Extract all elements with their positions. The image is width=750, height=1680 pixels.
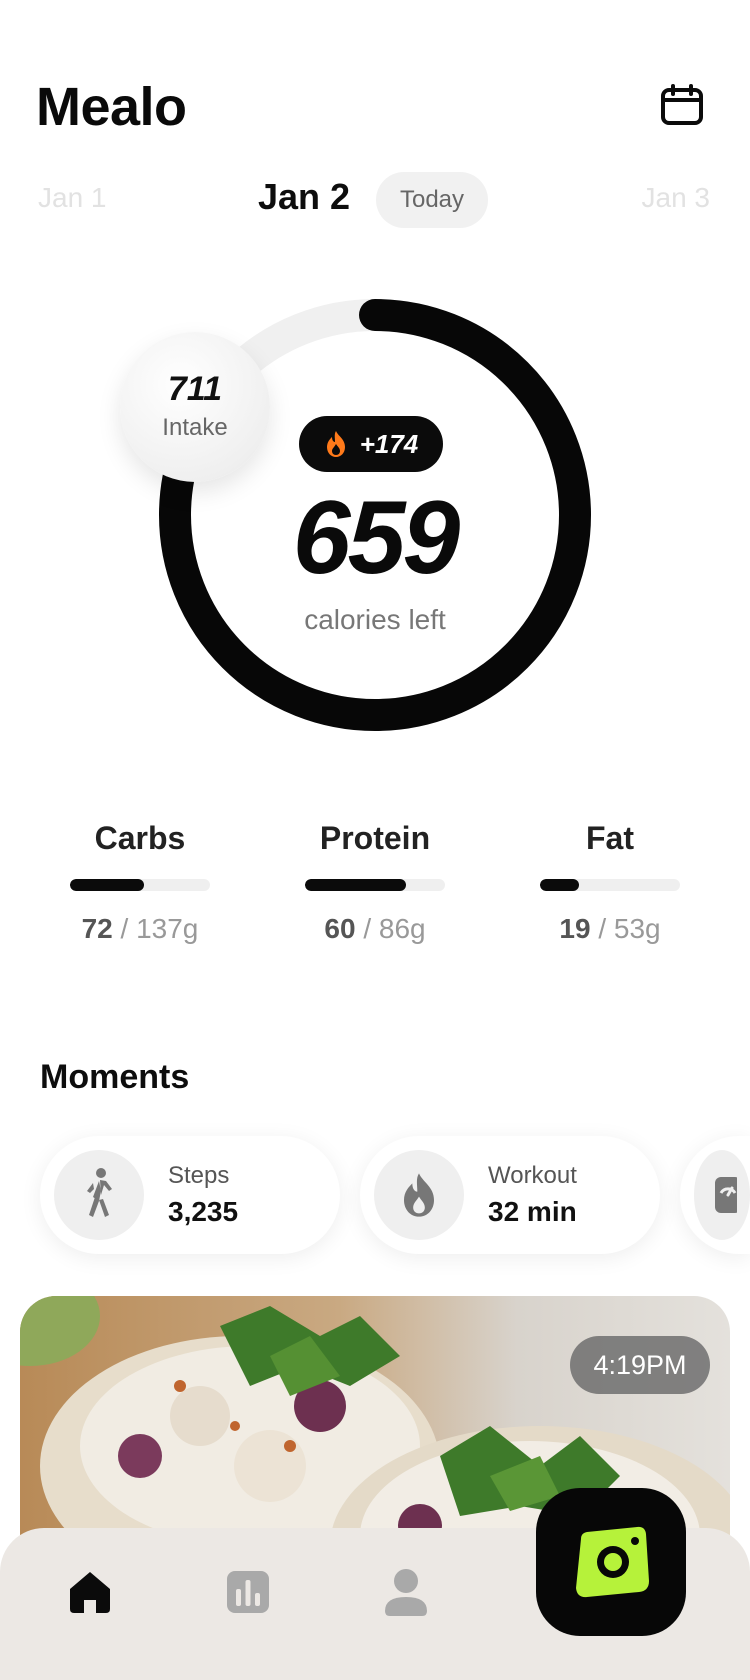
macro-name: Carbs <box>94 820 186 856</box>
burned-value: +174 <box>359 428 419 459</box>
moments-title: Moments <box>40 1058 190 1096</box>
date-selector: Jan 1 Jan 2 Today Jan 3 <box>0 172 750 228</box>
moment-label: Steps <box>168 1162 230 1189</box>
calendar-button[interactable] <box>658 82 706 128</box>
moment-card-workout[interactable]: Workout 32 min <box>360 1136 660 1254</box>
date-current: Jan 2 <box>258 176 351 217</box>
person-icon <box>385 1569 427 1616</box>
walking-person-icon <box>87 1168 112 1217</box>
macro-consumed: 60 <box>324 913 356 944</box>
today-button[interactable]: Today <box>376 172 488 228</box>
macro-values: 19 / 53g <box>510 913 710 945</box>
tab-home[interactable] <box>60 1562 120 1622</box>
macro-progress-bar <box>540 879 680 891</box>
macro-progress-fill <box>305 879 406 891</box>
macro-carbs[interactable]: Carbs 72 / 137g <box>40 820 240 945</box>
macro-values: 72 / 137g <box>40 913 240 945</box>
moment-icon-circle <box>694 1150 750 1240</box>
macros-summary: Carbs 72 / 137g Protein 60 / 86g Fat 19 … <box>0 820 750 950</box>
flame-icon <box>326 431 345 457</box>
calories-left-value: 659 <box>292 480 461 596</box>
macro-fat[interactable]: Fat 19 / 53g <box>510 820 710 945</box>
gauge-icon <box>715 1177 737 1213</box>
moment-value: 32 min <box>488 1196 577 1227</box>
bar-chart-icon <box>227 1571 269 1613</box>
macro-goal: / 53g <box>598 913 661 944</box>
macro-goal: / 86g <box>363 913 426 944</box>
moment-card-steps[interactable]: Steps 3,235 <box>40 1136 340 1254</box>
tab-stats[interactable] <box>218 1562 278 1622</box>
camera-button[interactable] <box>536 1488 686 1636</box>
macro-protein[interactable]: Protein 60 / 86g <box>275 820 475 945</box>
macro-consumed: 19 <box>559 913 591 944</box>
macro-name: Fat <box>586 820 634 856</box>
intake-value: 711 <box>167 370 223 408</box>
moment-icon-circle <box>54 1150 144 1240</box>
macro-progress-bar <box>305 879 445 891</box>
calories-left-label: calories left <box>304 604 446 635</box>
macro-progress-fill <box>540 879 580 891</box>
moment-label: Workout <box>488 1162 577 1189</box>
macro-consumed: 72 <box>81 913 113 944</box>
calorie-ring-card: 711 Intake +174 659 calories left <box>0 290 750 750</box>
burned-calories-badge: +174 <box>299 416 443 472</box>
macro-progress-bar <box>70 879 210 891</box>
moment-card-partial[interactable] <box>680 1136 750 1254</box>
moment-icon-circle <box>374 1150 464 1240</box>
intake-bubble[interactable]: 711 Intake <box>120 332 270 482</box>
tab-profile[interactable] <box>376 1562 436 1622</box>
moment-value: 3,235 <box>168 1196 239 1227</box>
intake-label: Intake <box>162 414 228 441</box>
header: Mealo <box>0 0 750 150</box>
home-icon <box>70 1572 110 1613</box>
macro-progress-fill <box>70 879 145 891</box>
date-next[interactable]: Jan 3 <box>642 182 711 214</box>
macro-name: Protein <box>319 820 431 856</box>
calendar-icon <box>661 84 703 125</box>
macro-values: 60 / 86g <box>275 913 475 945</box>
meal-time-badge: 4:19PM <box>570 1336 710 1394</box>
date-previous[interactable]: Jan 1 <box>38 182 107 214</box>
camera-icon <box>576 1526 649 1598</box>
flame-icon <box>404 1173 434 1217</box>
macro-goal: / 137g <box>120 913 199 944</box>
app-title: Mealo <box>36 77 187 137</box>
